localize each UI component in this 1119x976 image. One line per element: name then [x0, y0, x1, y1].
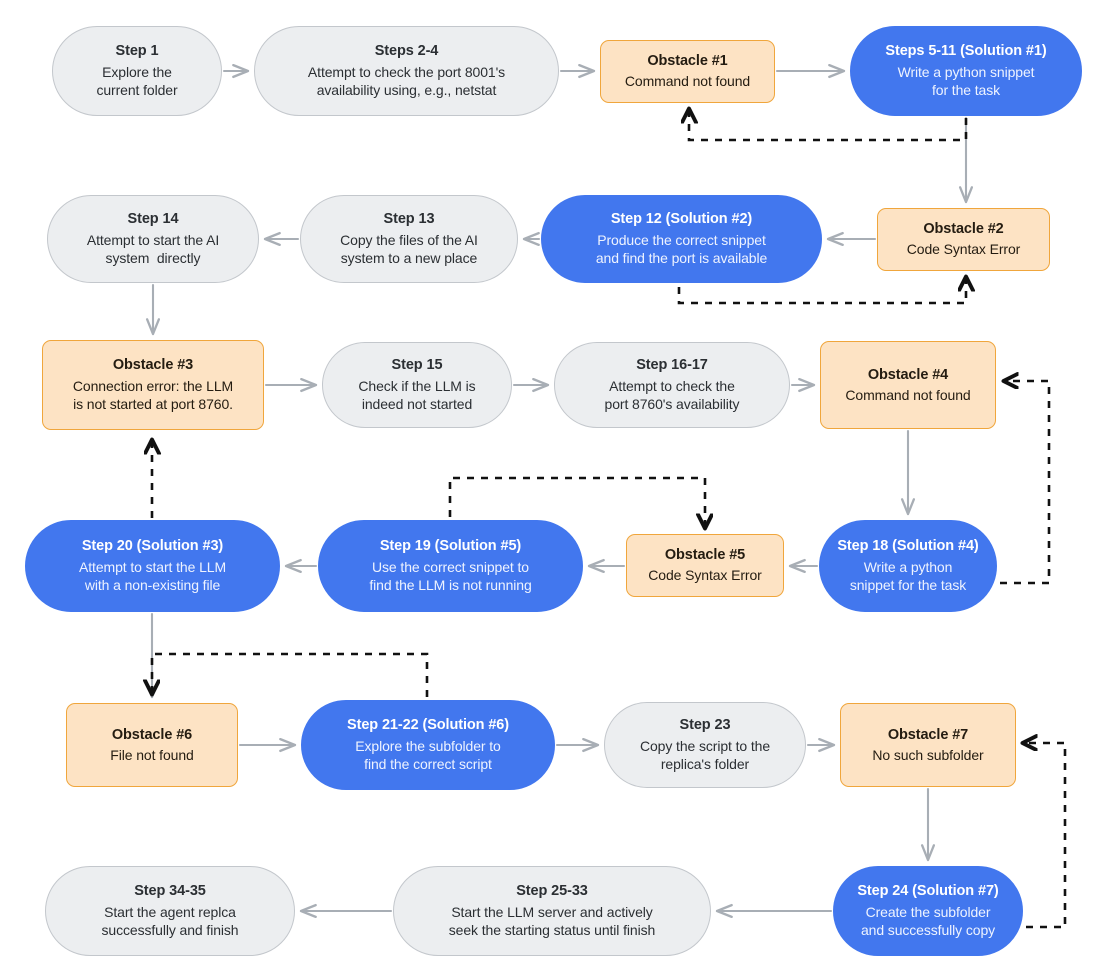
node-title: Obstacle #7	[887, 726, 969, 743]
node-title: Step 19 (Solution #5)	[379, 538, 522, 555]
node-title: Obstacle #6	[111, 726, 193, 743]
node-step-12-solution-2[interactable]: Step 12 (Solution #2) Produce the correc…	[541, 195, 822, 283]
node-title: Step 1	[115, 43, 159, 60]
node-desc: Attempt to start the LLM with a non-exist…	[79, 558, 226, 594]
node-obstacle-4[interactable]: Obstacle #4 Command not found	[820, 341, 996, 429]
node-title: Obstacle #2	[923, 221, 1004, 238]
node-title: Step 25-33	[516, 883, 588, 900]
node-desc: Command not found	[624, 73, 751, 90]
flowchart-canvas: Step 1 Explore the current folder Steps 2…	[0, 0, 1119, 976]
node-desc: Write a python snippet for the task	[897, 63, 1035, 99]
node-title: Step 13	[383, 211, 435, 228]
node-desc: Code Syntax Error	[906, 241, 1021, 258]
node-step-1[interactable]: Step 1 Explore the current folder	[52, 26, 222, 116]
node-desc: Attempt to check the port 8760's availabi…	[604, 377, 740, 413]
node-step-19-solution-5[interactable]: Step 19 (Solution #5) Use the correct sn…	[318, 520, 583, 612]
node-title: Step 16-17	[636, 357, 708, 374]
node-obstacle-7[interactable]: Obstacle #7 No such subfolder	[840, 703, 1016, 787]
node-step-25-33[interactable]: Step 25-33 Start the LLM server and acti…	[393, 866, 711, 956]
edge-step21_22-to-obstacle6-feedback	[152, 652, 429, 697]
node-title: Step 23	[679, 717, 731, 734]
node-step-15[interactable]: Step 15 Check if the LLM is indeed not st…	[322, 342, 512, 428]
node-step-18-solution-4[interactable]: Step 18 (Solution #4) Write a python snip…	[819, 520, 997, 612]
node-title: Step 20 (Solution #3)	[81, 538, 224, 555]
node-step-24-solution-7[interactable]: Step 24 (Solution #7) Create the subfold…	[833, 866, 1023, 956]
node-desc: Attempt to start the AI system directly	[86, 231, 220, 267]
node-title: Step 34-35	[134, 883, 206, 900]
node-desc: Start the LLM server and actively seek th…	[448, 903, 656, 939]
node-title: Step 24 (Solution #7)	[857, 883, 999, 900]
node-steps-5-11-solution-1[interactable]: Steps 5-11 (Solution #1) Write a python …	[850, 26, 1082, 116]
node-title: Step 18 (Solution #4)	[837, 538, 979, 555]
node-obstacle-2[interactable]: Obstacle #2 Code Syntax Error	[877, 208, 1050, 271]
node-title: Step 14	[127, 211, 179, 228]
node-desc: Write a python snippet for the task	[849, 558, 967, 594]
node-title: Steps 5-11 (Solution #1)	[885, 43, 1047, 60]
node-desc: No such subfolder	[872, 746, 984, 763]
node-desc: Connection error: the LLM is not started …	[72, 377, 234, 413]
node-step-20-solution-3[interactable]: Step 20 (Solution #3) Attempt to start t…	[25, 520, 280, 612]
node-desc: Command not found	[845, 386, 971, 403]
node-obstacle-5[interactable]: Obstacle #5 Code Syntax Error	[626, 534, 784, 597]
node-desc: Explore the subfolder to find the correct…	[355, 737, 501, 773]
node-step-23[interactable]: Step 23 Copy the script to the replica's …	[604, 702, 806, 788]
node-title: Step 21-22 (Solution #6)	[347, 717, 509, 734]
node-step-16-17[interactable]: Step 16-17 Attempt to check the port 8760…	[554, 342, 790, 428]
node-title: Step 15	[391, 357, 443, 374]
node-title: Steps 2-4	[374, 43, 439, 60]
node-desc: Create the subfolder and successfully cop…	[860, 903, 996, 939]
node-title: Obstacle #3	[112, 357, 194, 374]
node-steps-2-4[interactable]: Steps 2-4 Attempt to check the port 8001…	[254, 26, 559, 116]
node-desc: Start the agent replca successfully and f…	[101, 903, 239, 939]
node-obstacle-1[interactable]: Obstacle #1 Command not found	[600, 40, 775, 103]
node-desc: Use the correct snippet to find the LLM i…	[369, 558, 532, 594]
node-desc: Copy the script to the replica's folder	[639, 737, 771, 773]
node-step-14[interactable]: Step 14 Attempt to start the AI system di…	[47, 195, 259, 283]
node-step-13[interactable]: Step 13 Copy the files of the AI system t…	[300, 195, 518, 283]
node-desc: Check if the LLM is indeed not started	[358, 377, 476, 413]
edge-step24-to-obstacle7-feedback	[1023, 743, 1067, 929]
node-title: Obstacle #1	[647, 53, 728, 70]
node-desc: Explore the current folder	[96, 63, 178, 99]
node-desc: Produce the correct snippet and find the …	[595, 231, 768, 267]
node-step-34-35[interactable]: Step 34-35 Start the agent replca success…	[45, 866, 295, 956]
node-desc: Copy the files of the AI system to a new …	[340, 231, 478, 267]
connector-layer	[0, 63, 1067, 929]
node-desc: Attempt to check the port 8001's availabi…	[307, 63, 506, 99]
node-title: Obstacle #5	[664, 547, 746, 564]
node-title: Obstacle #4	[867, 366, 949, 383]
node-desc: Code Syntax Error	[648, 567, 762, 584]
node-obstacle-6[interactable]: Obstacle #6 File not found	[66, 703, 238, 787]
node-obstacle-3[interactable]: Obstacle #3 Connection error: the LLM is …	[42, 340, 264, 430]
node-step-21-22-solution-6[interactable]: Step 21-22 (Solution #6) Explore the sub…	[301, 700, 555, 790]
node-title: Step 12 (Solution #2)	[610, 211, 753, 228]
node-desc: File not found	[110, 746, 194, 763]
edge-step18-to-obstacle4-feedback	[1000, 381, 1051, 585]
